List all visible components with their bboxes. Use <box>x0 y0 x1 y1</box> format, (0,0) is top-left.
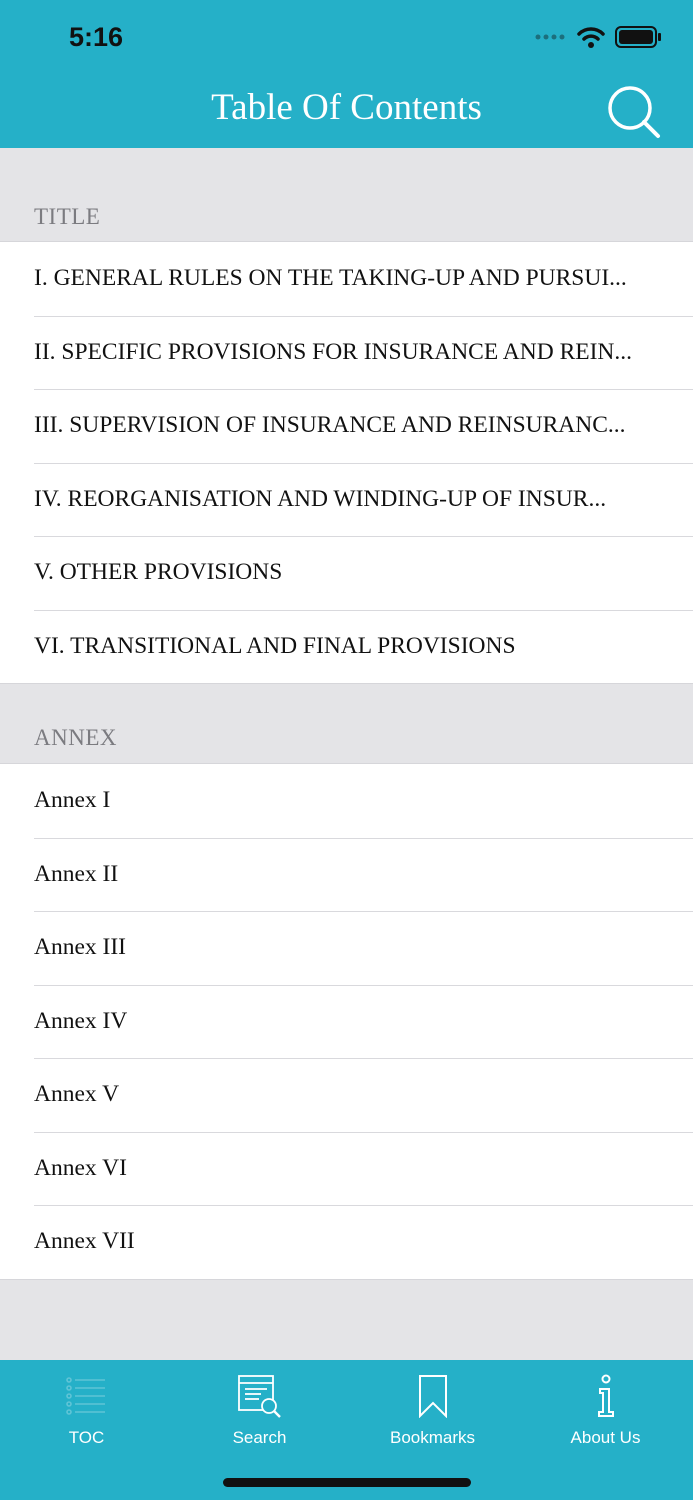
list-item[interactable]: Annex IV <box>0 984 693 1059</box>
battery-icon <box>615 26 661 48</box>
list-item-label: I. GENERAL RULES ON THE TAKING-UP AND PU… <box>34 265 627 292</box>
list-item-label: Annex V <box>34 1081 120 1108</box>
status-icons <box>535 26 661 48</box>
list-item[interactable]: IV. REORGANISATION AND WINDING-UP OF INS… <box>0 462 693 537</box>
tab-label: Bookmarks <box>389 1428 476 1447</box>
section-header-title: TITLE <box>0 148 693 242</box>
section-header-annex: ANNEX <box>0 669 693 763</box>
list-item-label: Annex VII <box>34 1228 135 1255</box>
bookmark-icon <box>418 1375 447 1418</box>
list-item-label: II. SPECIFIC PROVISIONS FOR INSURANCE AN… <box>34 338 633 365</box>
search-button[interactable] <box>606 84 662 140</box>
tab-search[interactable]: Search <box>173 1360 346 1460</box>
tab-label: TOC <box>68 1428 105 1447</box>
list-item[interactable]: Annex VI <box>0 1131 693 1206</box>
home-indicator <box>223 1478 471 1487</box>
title-list: I. GENERAL RULES ON THE TAKING-UP AND PU… <box>0 241 693 684</box>
navigation-header: 5:16 Table Of Contents <box>0 0 693 148</box>
list-item[interactable]: Annex III <box>0 911 693 985</box>
list-item[interactable]: Annex V <box>0 1058 693 1132</box>
search-icon <box>608 86 660 138</box>
list-item-label: Annex I <box>34 787 111 814</box>
list-item[interactable]: Annex II <box>0 837 693 912</box>
list-item-label: VI. TRANSITIONAL AND FINAL PROVISIONS <box>34 632 516 659</box>
list-icon <box>65 1377 105 1415</box>
list-item-label: III. SUPERVISION OF INSURANCE AND REINSU… <box>34 412 626 439</box>
tab-toc[interactable]: TOC <box>0 1360 173 1460</box>
list-item[interactable]: III. SUPERVISION OF INSURANCE AND REINSU… <box>0 389 693 463</box>
tab-bookmarks[interactable]: Bookmarks <box>346 1360 519 1460</box>
list-item-label: Annex IV <box>34 1007 128 1034</box>
tab-label: Search <box>232 1428 287 1447</box>
list-item[interactable]: V. OTHER PROVISIONS <box>0 536 693 610</box>
list-item-label: Annex III <box>34 934 127 961</box>
status-time: 5:16 <box>69 22 124 52</box>
tab-about-us[interactable]: About Us <box>519 1360 692 1460</box>
list-item[interactable]: I. GENERAL RULES ON THE TAKING-UP AND PU… <box>0 242 693 316</box>
section-label: TITLE <box>34 204 101 229</box>
signal-icon <box>535 34 565 40</box>
list-item-label: Annex II <box>34 860 119 887</box>
section-label: ANNEX <box>34 725 117 750</box>
annex-list: Annex I Annex II Annex III Annex IV Anne… <box>0 763 693 1280</box>
tab-label: About Us <box>570 1428 641 1447</box>
list-item[interactable]: II. SPECIFIC PROVISIONS FOR INSURANCE AN… <box>0 315 693 390</box>
wifi-icon <box>577 27 605 48</box>
list-item[interactable]: Annex I <box>0 764 693 838</box>
list-item[interactable]: Annex VII <box>0 1205 693 1279</box>
list-item-label: IV. REORGANISATION AND WINDING-UP OF INS… <box>34 485 607 512</box>
document-search-icon <box>237 1375 281 1418</box>
tab-bar: TOC Search Bookmarks About Us <box>0 1360 693 1500</box>
info-icon <box>597 1374 614 1417</box>
list-item-label: Annex VI <box>34 1154 127 1181</box>
page-title: Table Of Contents <box>211 87 482 128</box>
list-item-label: V. OTHER PROVISIONS <box>34 559 283 586</box>
